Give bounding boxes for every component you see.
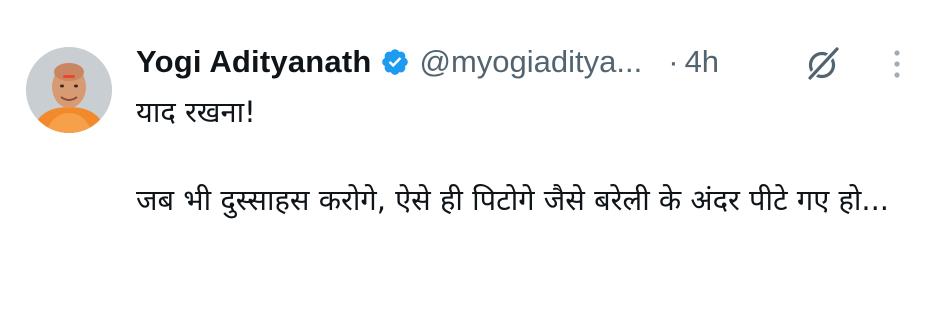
paragraph-break bbox=[136, 134, 896, 178]
author-handle[interactable]: @myogiaditya... bbox=[420, 44, 643, 80]
avatar[interactable] bbox=[26, 47, 112, 133]
avatar-image bbox=[26, 47, 112, 133]
verified-badge-icon bbox=[380, 47, 410, 77]
tweet-text: याद रखना! जब भी दुस्साहस करोगे, ऐसे ही प… bbox=[136, 90, 896, 222]
timestamp[interactable]: 4h bbox=[685, 44, 719, 80]
separator-dot: · bbox=[668, 44, 679, 79]
tweet-text-line-2: जब भी दुस्साहस करोगे, ऐसे ही पिटोगे जैसे… bbox=[136, 183, 890, 217]
tweet[interactable]: Yogi Adityanath @myogiaditya... · 4h याद… bbox=[0, 0, 939, 313]
tweet-header: Yogi Adityanath @myogiaditya... · 4h bbox=[136, 38, 719, 86]
more-vertical-icon[interactable] bbox=[885, 46, 909, 82]
author-name[interactable]: Yogi Adityanath bbox=[136, 44, 372, 80]
tweet-text-line-1: याद रखना! bbox=[136, 95, 256, 129]
grok-icon[interactable] bbox=[803, 44, 843, 84]
